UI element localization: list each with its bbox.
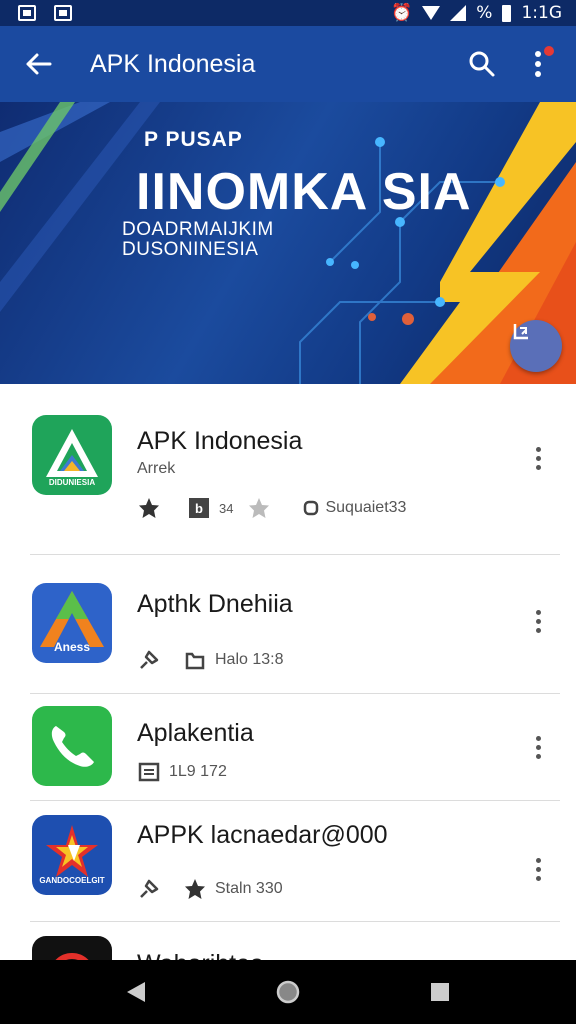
status-time: 1:1G: [521, 3, 562, 23]
meta-text: Suquaiet33: [325, 499, 407, 516]
signal-icon: [450, 5, 467, 21]
banner-subtitle-top: P PUSAP: [144, 128, 243, 151]
more-vert-icon: [535, 51, 541, 77]
app-meta: b 34 Suquaiet33: [137, 496, 432, 520]
app-icon-label: Aness: [53, 640, 91, 654]
banner-subtitle-line-1: DOADRMAIJKIM: [122, 219, 274, 240]
nav-recents-icon: [431, 983, 449, 1001]
nav-back-icon: [127, 982, 145, 1002]
more-options-button[interactable]: [510, 26, 566, 102]
item-more-button[interactable]: [522, 849, 554, 889]
svg-text:b: b: [195, 501, 203, 516]
meta-text: Halo 13:8: [215, 651, 284, 668]
star-outline-icon: [247, 496, 271, 520]
meta-text: Staln 330: [215, 880, 283, 897]
wahorihtea-icon: [32, 936, 112, 960]
list-item[interactable]: DIDUNIESIA APK Indonesia Arrek b 34 Suqu…: [0, 384, 576, 554]
search-icon: [469, 51, 495, 77]
page-title: APK Indonesia: [90, 49, 256, 78]
notification-dot: [544, 46, 554, 56]
alarm-icon: ⏰: [391, 3, 413, 23]
system-nav-bar: [0, 960, 576, 1024]
apthk-icon: Aness: [32, 583, 112, 663]
photo-notification-icon: [18, 5, 36, 21]
item-more-button[interactable]: [522, 727, 554, 767]
item-more-button[interactable]: [522, 601, 554, 641]
app-notification-icon: [54, 5, 72, 21]
circle-icon: [299, 496, 323, 520]
app-name: Aplakentia: [137, 719, 254, 747]
nav-home-button[interactable]: [264, 968, 312, 1016]
nav-back-button[interactable]: [112, 968, 160, 1016]
app-meta: Staln 330: [137, 877, 309, 901]
doc-icon: [137, 760, 161, 784]
list-item[interactable]: Wahorihtea: [0, 922, 576, 960]
meta-text: 1L9 172: [169, 763, 227, 780]
star-icon: [183, 877, 207, 901]
app-meta: Halo 13:8: [137, 648, 310, 672]
nav-home-icon: [276, 980, 300, 1004]
back-button[interactable]: [0, 26, 76, 102]
list-item[interactable]: Aplakentia 1L9 172: [0, 694, 576, 800]
app-developer: Arrek: [137, 460, 176, 477]
wifi-icon: [422, 6, 441, 20]
apk-indonesia-icon: DIDUNIESIA: [32, 415, 112, 495]
app-name: Apthk Dnehiia: [137, 590, 293, 618]
banner-title: IINOMKA SIA: [136, 163, 472, 221]
battery-icon: [502, 4, 512, 22]
app-name: APK Indonesia: [137, 427, 303, 455]
appk-icon: GANDOCOELGIT: [32, 815, 112, 895]
status-bar: ⏰ % 1:1G: [0, 0, 576, 26]
star-icon: [137, 496, 161, 520]
app-icon-label: GANDOCOELGIT: [39, 876, 105, 885]
search-button[interactable]: [454, 26, 510, 102]
folder-icon: [183, 648, 207, 672]
battery-text: %: [476, 3, 493, 23]
app-bar: APK Indonesia: [0, 26, 576, 102]
pin-icon: [137, 877, 161, 901]
library-icon: [513, 324, 528, 340]
banner-subtitle: DOADRMAIJKIM DUSONINESIA: [122, 220, 274, 260]
file-b-icon: b: [187, 496, 211, 520]
app-meta: 1L9 172: [137, 760, 253, 784]
library-fab-button[interactable]: [510, 320, 562, 372]
nav-recents-button[interactable]: [416, 968, 464, 1016]
meta-text: 34: [219, 500, 234, 516]
item-more-button[interactable]: [522, 438, 554, 478]
banner-artwork: [0, 102, 576, 384]
promo-banner[interactable]: P PUSAP IINOMKA SIA DOADRMAIJKIM DUSONIN…: [0, 102, 576, 384]
back-arrow-icon: [26, 53, 52, 75]
app-name: APPK lacnaedar@000: [137, 821, 388, 849]
list-item[interactable]: Aness Apthk Dnehiia Halo 13:8: [0, 555, 576, 693]
pin-icon: [137, 648, 161, 672]
banner-subtitle-line-2: DUSONINESIA: [122, 239, 259, 260]
phone-app-icon: [32, 706, 112, 786]
app-list: DIDUNIESIA APK Indonesia Arrek b 34 Suqu…: [0, 384, 576, 960]
list-item[interactable]: GANDOCOELGIT APPK lacnaedar@000 Staln 33…: [0, 801, 576, 921]
app-icon-label: DIDUNIESIA: [48, 478, 96, 487]
app-name: Wahorihtea: [137, 950, 264, 960]
